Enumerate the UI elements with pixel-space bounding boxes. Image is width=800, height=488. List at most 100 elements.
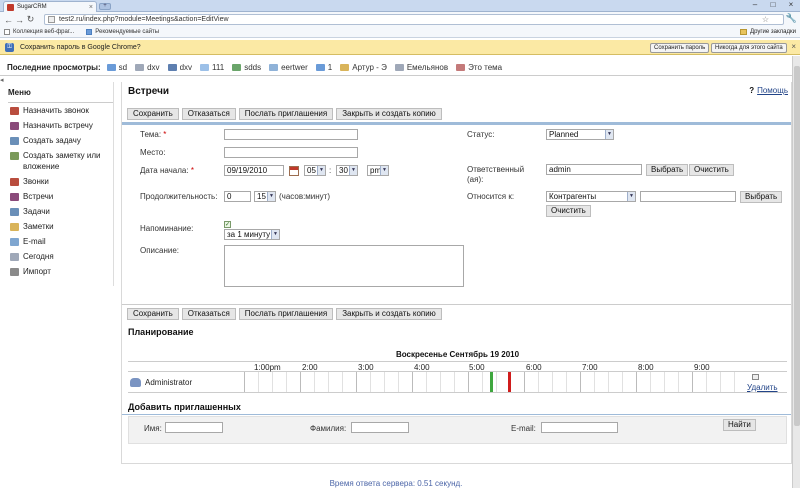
key-icon: ⚿ [5,42,14,52]
new-tab-button[interactable]: + [99,3,111,10]
never-save-button[interactable]: Никогда для этого сайта [711,43,787,53]
sidebar-item-label: Сегодня [23,252,54,261]
sidebar-item-create-task[interactable]: Создать задачу [8,133,113,148]
last-viewed-item[interactable]: dxv [167,63,192,72]
sidebar-item-label: Звонки [23,177,49,186]
bookmark-label: Рекомендуемые сайты [95,29,160,35]
last-viewed-item[interactable]: dxv [135,63,160,72]
sidebar-item-meetings[interactable]: Встречи [8,189,113,204]
collapse-sidebar-icon[interactable]: ◂ [0,76,6,88]
tab-close-icon[interactable]: × [89,4,93,11]
status-select[interactable]: Planned ▼ [546,129,614,140]
save-button[interactable]: Сохранить [127,308,179,320]
related-clear-button[interactable]: Очистить [546,205,591,217]
sidebar-item-create-note[interactable]: Создать заметку или вложение [8,148,113,174]
sidebar-item-schedule-meeting[interactable]: Назначить встречу [8,118,113,133]
save-password-button[interactable]: Сохранить пароль [650,43,710,53]
bookmark-item[interactable]: Коллекция веб-фраг... [4,29,74,35]
back-icon[interactable]: ← [3,15,14,25]
last-viewed-item[interactable]: sd [106,63,127,72]
time-slot [468,372,482,392]
help-icon: ? [749,86,755,95]
last-viewed-item[interactable]: 111 [200,63,224,72]
reload-icon[interactable]: ↻ [25,14,36,25]
record-icon [135,64,145,71]
time-slot [692,372,706,392]
bookmark-item[interactable]: Рекомендуемые сайты [86,29,159,35]
delete-attendee-link[interactable]: Удалить [747,383,778,392]
save-button[interactable]: Сохранить [127,108,179,120]
search-invitees-button[interactable]: Найти [723,419,756,431]
help-link[interactable]: ? Помощь [749,86,788,95]
last-viewed-item[interactable]: eertwer [269,63,308,72]
vertical-scrollbar[interactable] [792,56,800,488]
last-viewed-label: sdds [244,63,262,72]
last-name-input[interactable] [351,422,409,433]
forward-icon[interactable]: → [14,15,25,25]
start-ampm-select[interactable]: pm ▼ [367,165,389,176]
assigned-label: Ответственный (ая): [467,165,525,184]
close-window-icon[interactable]: × [782,0,800,10]
duration-hours-input[interactable]: 0 [224,191,251,202]
sidebar-item-tasks[interactable]: Задачи [8,204,113,219]
close-and-copy-button[interactable]: Закрыть и создать копию [336,308,442,320]
last-viewed-item[interactable]: Емельянов [394,63,448,72]
reminder-checkbox[interactable]: ✓ [224,221,231,228]
send-invites-button[interactable]: Послать приглашения [238,108,334,120]
sidebar-item-notes[interactable]: Заметки [8,219,113,234]
first-name-input[interactable] [165,422,223,433]
time-slot [734,372,748,392]
start-hour-select[interactable]: 05 ▼ [304,165,326,176]
maximize-icon[interactable]: □ [764,0,782,10]
related-name-input[interactable] [640,191,736,202]
sidebar-item-email[interactable]: E-mail [8,234,113,249]
other-bookmarks[interactable]: Другие закладки [740,29,796,35]
infobar-close-icon[interactable]: × [791,42,796,51]
assigned-input[interactable]: admin [546,164,642,175]
send-invites-button[interactable]: Послать приглашения [238,308,334,320]
description-textarea[interactable] [224,245,464,287]
time-slot [300,372,314,392]
delete-icon[interactable] [752,374,759,380]
cancel-button[interactable]: Отказаться [181,308,236,320]
last-viewed-item[interactable]: Артур - Э [340,63,387,72]
record-icon [200,64,210,71]
related-to-label: Относится к: [467,192,515,201]
email-input[interactable] [541,422,618,433]
contact-icon [394,64,404,71]
calendar-picker-icon[interactable] [289,166,299,176]
assigned-clear-button[interactable]: Очистить [689,164,734,176]
wrench-menu-icon[interactable]: 🔧 [786,13,797,24]
scrollbar-thumb[interactable] [794,66,800,426]
status-label: Статус: [467,130,495,139]
sidebar-item-today[interactable]: Сегодня [8,249,113,264]
browser-tab[interactable]: SugarCRM × [3,1,97,12]
related-type-select[interactable]: Контрагенты ▼ [546,191,636,202]
subject-input[interactable] [224,129,358,140]
minimize-icon[interactable]: – [746,0,764,10]
meeting-icon [10,122,19,130]
cancel-button[interactable]: Отказаться [181,108,236,120]
bookmark-star-icon[interactable]: ☆ [762,15,769,24]
last-viewed-item[interactable]: 1 [315,63,332,72]
sidebar-item-import[interactable]: Импорт [8,264,113,279]
hour-label: 1:00pm [254,363,281,372]
sidebar-item-calls[interactable]: Звонки [8,174,113,189]
attendee-name: Administrator [130,378,192,387]
close-and-copy-button[interactable]: Закрыть и создать копию [336,108,442,120]
hour-label: 6:00 [526,363,542,372]
start-minute-select[interactable]: 30 ▼ [336,165,358,176]
last-viewed-item[interactable]: sdds [232,63,261,72]
sidebar-item-schedule-call[interactable]: Назначить звонок [8,103,113,118]
reminder-select[interactable]: за 1 минуту ▼ [224,229,280,240]
location-input[interactable] [224,147,358,158]
assigned-select-button[interactable]: Выбрать [646,164,689,176]
last-viewed-item[interactable]: Это тема [456,63,502,72]
address-bar[interactable]: test2.ru/index.php?module=Meetings&actio… [44,14,784,25]
sidebar-item-label: Создать заметку или вложение [23,151,101,171]
duration-minutes-select[interactable]: 15 ▼ [254,191,276,202]
start-date-input[interactable]: 09/19/2010 [224,165,284,176]
start-minute-value: 30 [339,166,348,175]
time-slot [440,372,454,392]
related-select-button[interactable]: Выбрать [740,191,783,203]
